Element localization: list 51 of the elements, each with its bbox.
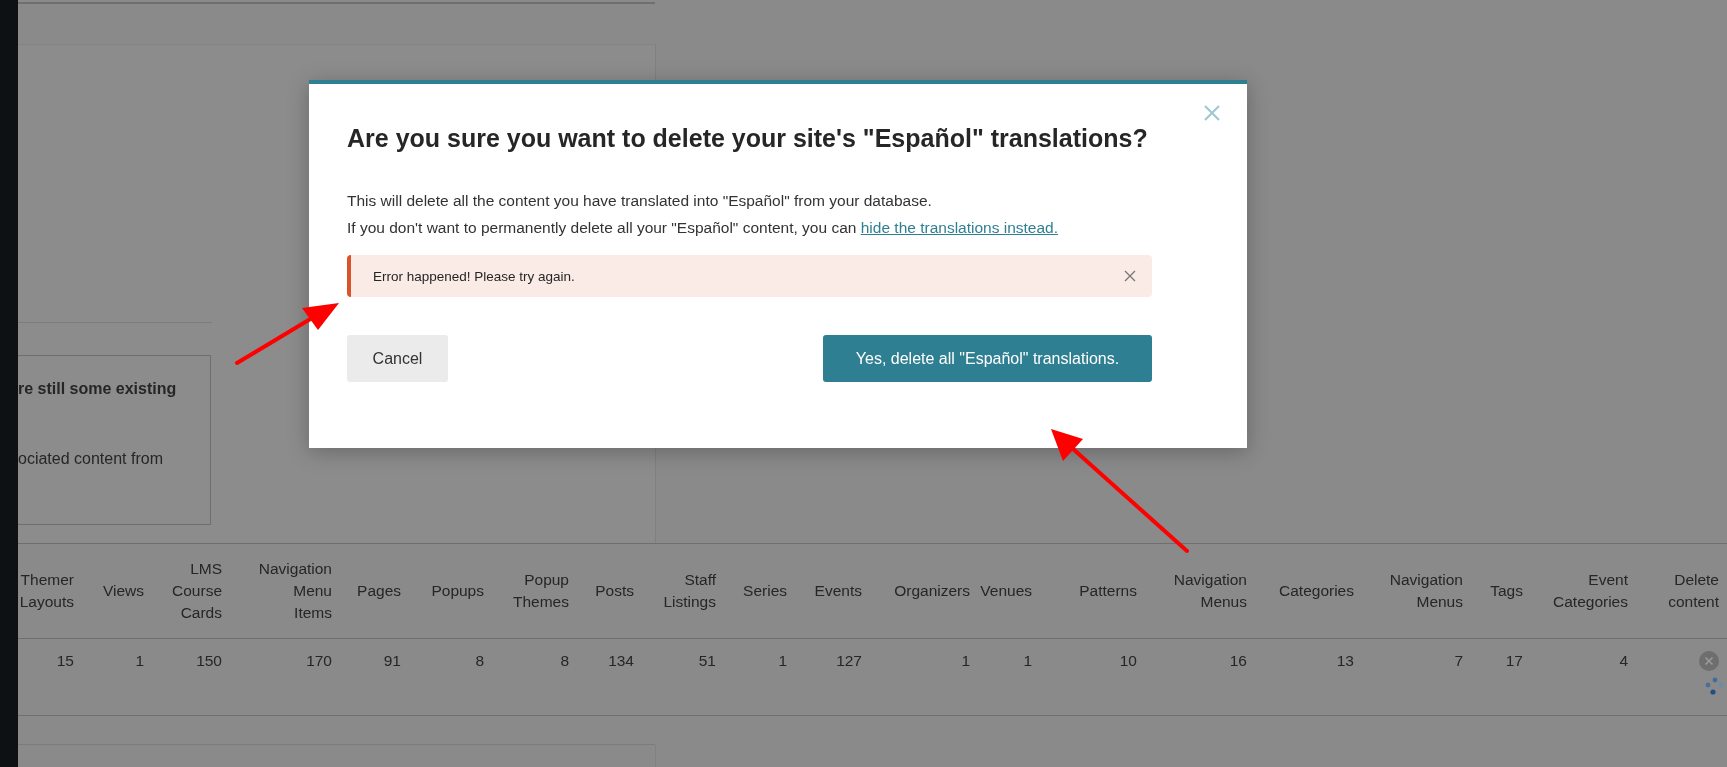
table-cell-text: 1 [1022,651,1033,670]
column-header: Venues [979,581,1033,601]
column-header: Organizers [893,581,971,601]
cancel-button[interactable]: Cancel [347,335,448,382]
table-cell-text: 16 [1228,651,1248,670]
table-cell-text: 15 [55,651,75,670]
table-cell-text: 7 [1453,651,1464,670]
column-header: Views [101,581,145,601]
column-header: Events [813,581,863,601]
column-header: Categories [1278,581,1355,601]
table-cell-text: 134 [607,651,635,670]
column-header: Popups [430,581,485,601]
dialog-text: This will delete all the content you have translated into "Español" from your database. [347,191,933,211]
table-cell-text: 1 [134,651,145,670]
confirm-delete-button[interactable]: Yes, delete all "Español" translations. [823,335,1152,382]
column-header: Themer Layouts [18,570,75,612]
column-header: Series [742,581,788,601]
column-header: Navigation Menu Items [257,559,333,623]
dialog-text: If you don't want to permanently delete all your "Español" content, you can hide the translations instead. [347,218,1060,238]
close-icon[interactable] [1203,104,1221,122]
column-header: Navigation Menus [1172,570,1248,612]
table-cell-text: 8 [474,651,485,670]
notice-text: ociated content from [18,450,164,468]
column-header: Popup Themes [512,570,570,612]
error-text: Error happened! Please try again. [373,268,575,284]
table-cell-text: 10 [1118,651,1138,670]
table-cell-text: 170 [305,651,333,670]
table-cell-text: 8 [559,651,570,670]
table-cell-text: 51 [697,651,717,670]
column-header: Pages [356,581,402,601]
column-header: Tags [1489,581,1524,601]
notice-heading: re still some existing [18,380,178,398]
hide-translations-link[interactable]: hide the translations instead. [860,219,1059,236]
column-header: Staff Listings [662,570,717,612]
table-cell-text: 91 [382,651,402,670]
column-header: Patterns [1078,581,1138,601]
table-cell-text: 4 [1618,651,1629,670]
column-header: LMS Course Cards [171,559,223,623]
delete-icon[interactable] [1699,651,1719,671]
table-cell-text: 1 [960,651,971,670]
table-cell-text: 150 [195,651,223,670]
column-header: Navigation Menus [1388,570,1464,612]
table-cell-text: 17 [1504,651,1524,670]
column-header: Delete content [1667,570,1719,612]
column-header: Event Categories [1552,570,1629,612]
table-cell-text: 1 [777,651,788,670]
table-cell-text: 127 [835,651,863,670]
table-cell-text: 13 [1335,651,1355,670]
close-icon[interactable] [1124,270,1136,282]
dialog-title: Are you sure you want to delete your site's "Español" translations? [347,124,1149,153]
column-header: Posts [594,581,635,601]
